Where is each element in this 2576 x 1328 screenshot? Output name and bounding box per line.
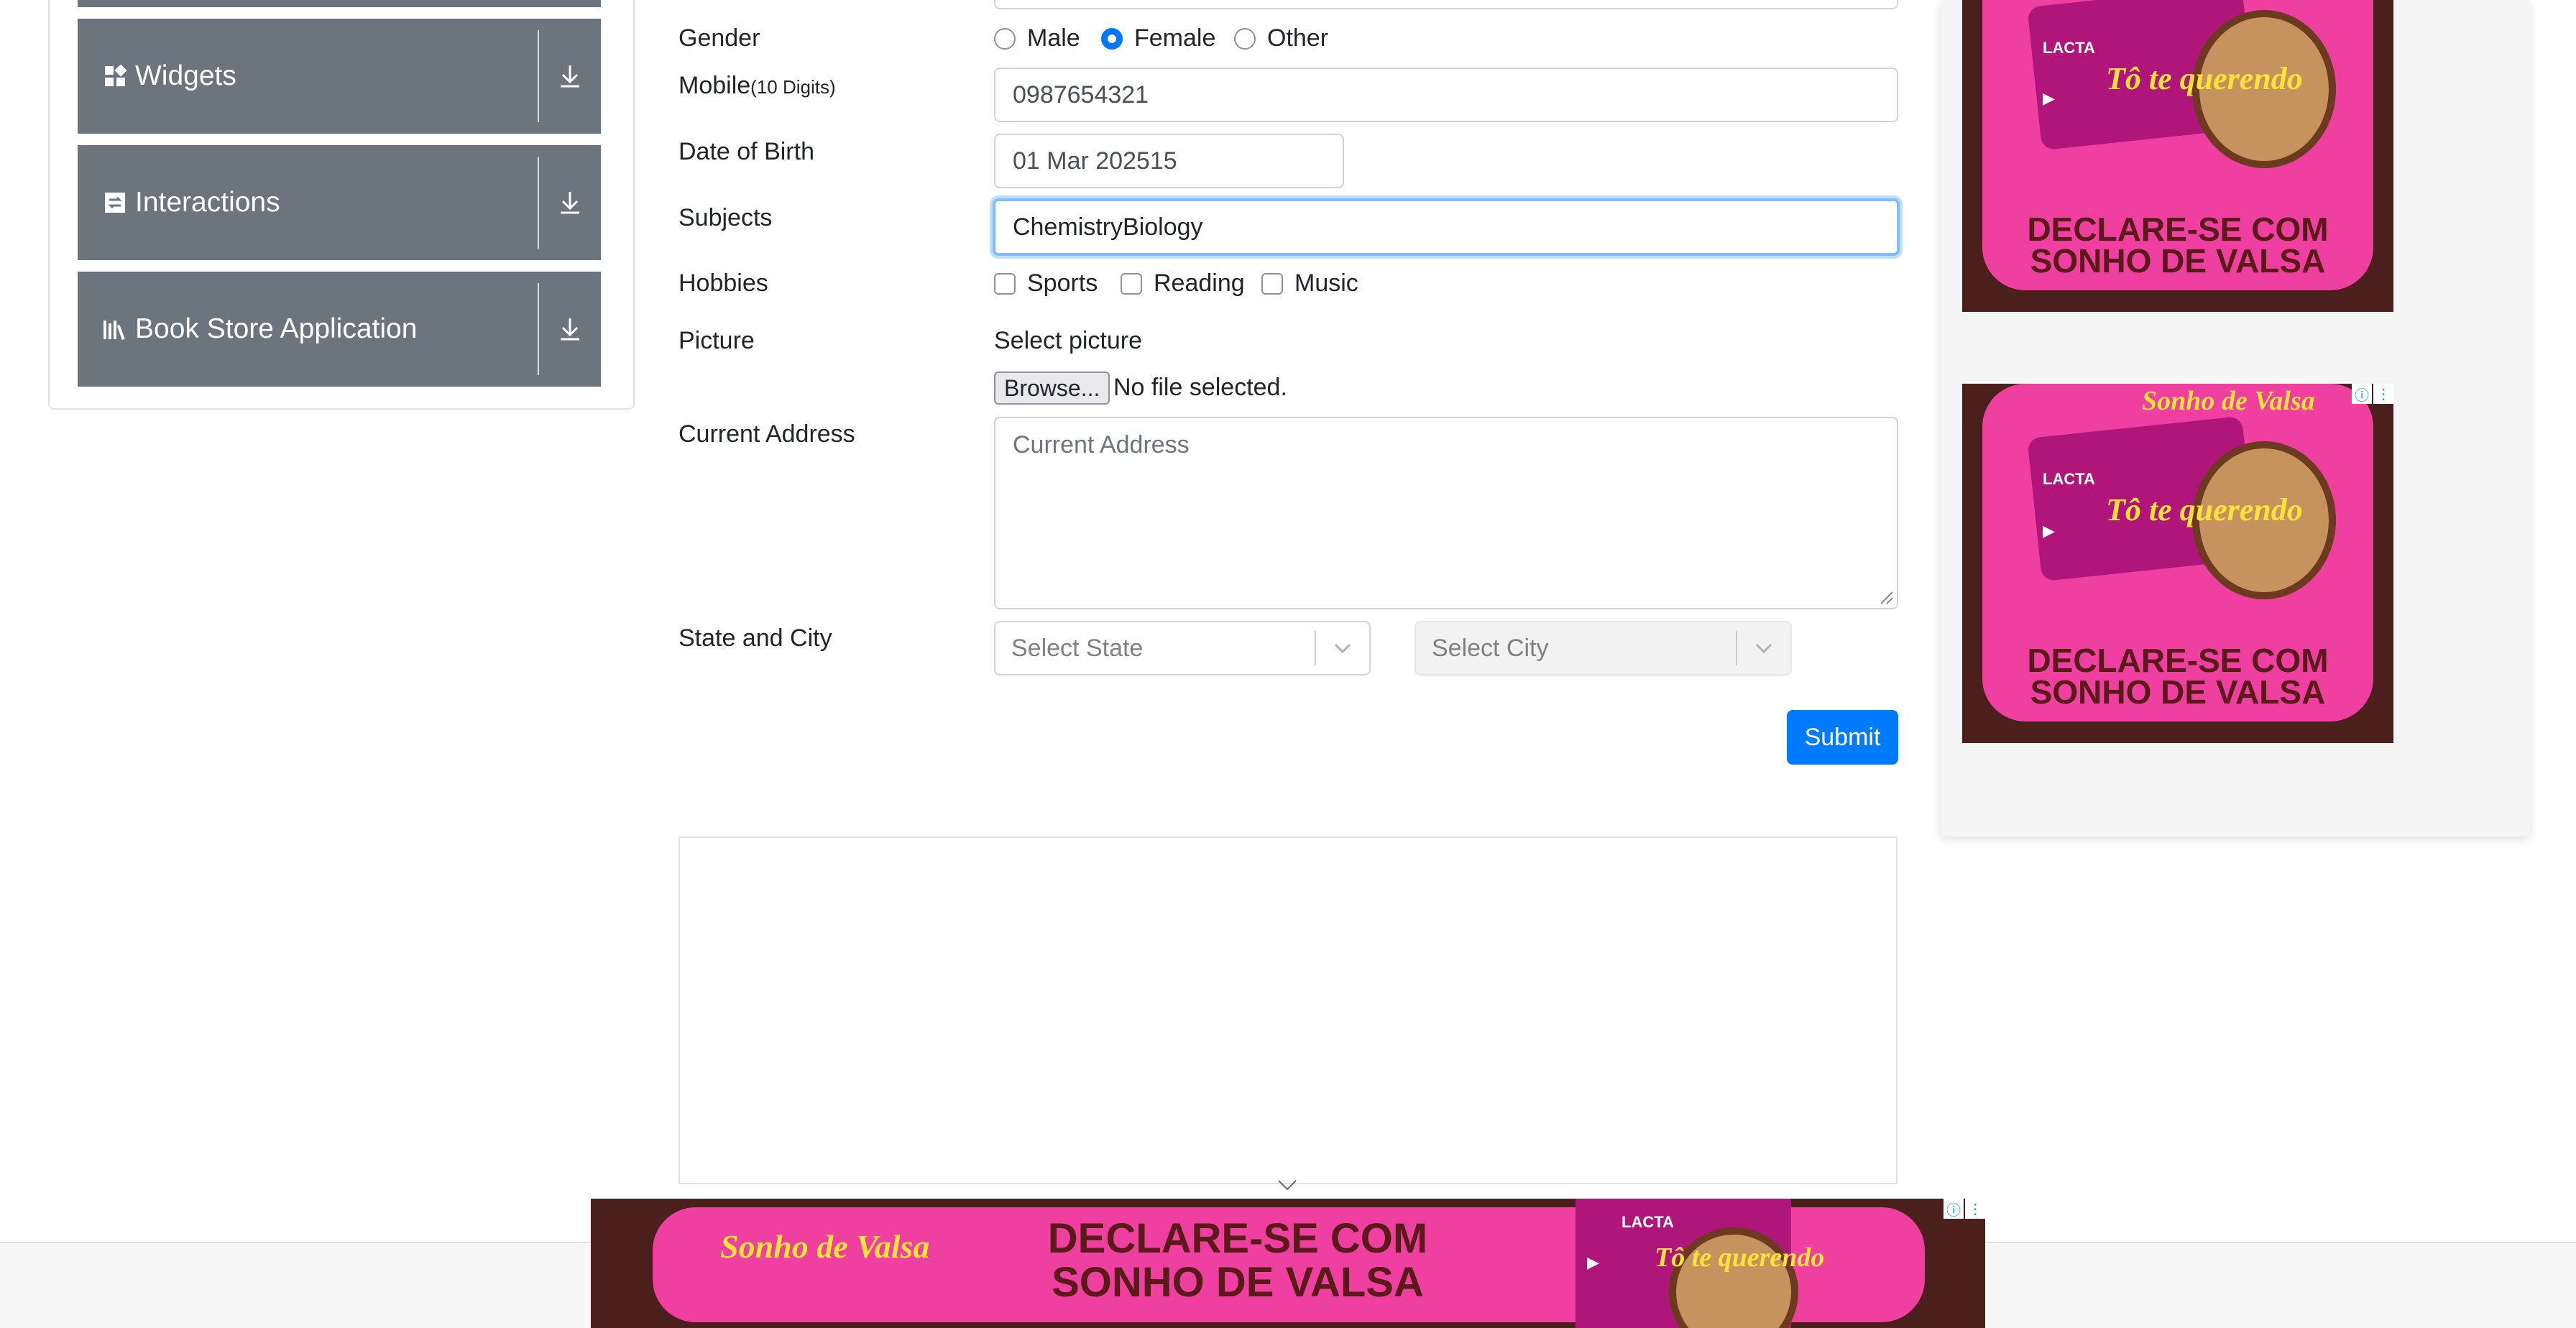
ad-banner-middle[interactable]: Sonho de Valsa LACTA Tô te querendo ▶ DE…: [1962, 384, 2393, 743]
option-label: Other: [1267, 24, 1329, 52]
ad-headline-2: SONHO DE VALSA: [2030, 673, 2326, 711]
radio-button-selected[interactable]: [1101, 27, 1123, 50]
widgets-grid-icon: [102, 63, 128, 89]
subjects-label: Subjects: [678, 204, 773, 231]
download-icon[interactable]: [539, 190, 601, 215]
subjects-input[interactable]: ChemistryBiology: [993, 198, 1900, 256]
ad-menu-icon[interactable]: ⋮: [1965, 1199, 1985, 1219]
address-placeholder: Current Address: [1013, 431, 1190, 458]
gender-female-option[interactable]: Female: [1101, 24, 1215, 52]
gender-male-option[interactable]: Male: [994, 24, 1080, 52]
option-label: Music: [1294, 269, 1358, 297]
ad-slogan: Tô te querendo: [2106, 492, 2303, 527]
select-picture-caption: Select picture: [994, 327, 1142, 354]
hobbies-label: Hobbies: [678, 269, 768, 297]
option-label: Sports: [1027, 269, 1098, 297]
subjects-value: ChemistryBiology: [1013, 213, 1203, 241]
chevron-down-icon[interactable]: [1316, 642, 1369, 654]
ad-headline-2: SONHO DE VALSA: [2030, 242, 2326, 280]
dob-value: 01 Mar 202515: [1013, 147, 1177, 175]
chevron-down-icon[interactable]: [1276, 1179, 1298, 1191]
ad-info-icon[interactable]: ⓘ: [2352, 384, 2372, 404]
sidebar-group-widgets[interactable]: Widgets: [78, 19, 601, 134]
sidebar-group-label: Widgets: [135, 60, 236, 91]
current-address-textarea[interactable]: Current Address: [994, 417, 1898, 609]
ad-headline-2: SONHO DE VALSA: [1052, 1258, 1424, 1306]
ad-slogan: Tô te querendo: [2106, 61, 2303, 96]
ad-headline-1: DECLARE-SE COM: [1047, 1215, 1428, 1262]
ad-slogan: Tô te querendo: [1655, 1242, 1825, 1273]
previous-input-edge: [994, 0, 1898, 9]
ad-headline-1: DECLARE-SE COM: [2027, 642, 2329, 679]
hobby-music-checkbox[interactable]: Music: [1261, 269, 1358, 298]
checkbox[interactable]: [994, 272, 1016, 295]
play-icon: ▶: [2043, 89, 2055, 107]
checkbox[interactable]: [1261, 272, 1283, 295]
sidebar-group-book-store[interactable]: Book Store Application: [78, 272, 601, 387]
state-city-label: State and City: [678, 624, 832, 652]
ad-pack-brand: LACTA: [2043, 470, 2095, 488]
ad-pack-brand: LACTA: [2043, 39, 2095, 57]
option-label: Female: [1134, 24, 1216, 52]
city-select[interactable]: Select City: [1414, 621, 1792, 675]
mobile-note: (10 Digits): [750, 76, 836, 98]
download-icon[interactable]: [539, 317, 601, 341]
ad-pack-brand: LACTA: [1622, 1213, 1674, 1231]
mobile-input[interactable]: 0987654321: [994, 68, 1898, 122]
state-select[interactable]: Select State: [994, 621, 1371, 675]
current-address-label: Current Address: [678, 420, 855, 448]
submit-button[interactable]: Submit: [1787, 710, 1898, 765]
gender-other-option[interactable]: Other: [1234, 24, 1328, 52]
radio-button[interactable]: [1234, 27, 1256, 50]
results-panel: [678, 836, 1898, 1184]
chevron-down-icon[interactable]: [1737, 642, 1790, 654]
sidebar-group-interactions[interactable]: Interactions: [78, 145, 601, 260]
sidebar-group-label: Interactions: [135, 187, 280, 218]
ad-banner-bottom[interactable]: Sonho de Valsa DECLARE-SE COM SONHO DE V…: [591, 1199, 1985, 1328]
ad-headline-1: DECLARE-SE COM: [2027, 211, 2329, 248]
play-icon: ▶: [1587, 1253, 1599, 1271]
ad-menu-icon[interactable]: ⋮: [2373, 384, 2393, 404]
city-placeholder: Select City: [1432, 634, 1549, 662]
file-status: No file selected.: [1113, 374, 1287, 401]
bookstore-icon: [102, 316, 128, 342]
resize-handle-icon[interactable]: [1877, 588, 1894, 605]
radio-button[interactable]: [994, 27, 1016, 50]
checkbox[interactable]: [1121, 272, 1142, 295]
state-placeholder: Select State: [1011, 634, 1144, 662]
mobile-label: Mobile(10 Digits): [678, 72, 836, 100]
ad-info-icon[interactable]: ⓘ: [1944, 1199, 1964, 1219]
ad-banner-top[interactable]: LACTA Tô te querendo ▶ DECLARE-SE COM SO…: [1962, 0, 2393, 312]
picture-label: Picture: [678, 327, 755, 354]
mobile-label-text: Mobile: [678, 72, 751, 99]
sidebar-group-label: Book Store Application: [135, 313, 418, 344]
ad-brand: Sonho de Valsa: [2142, 386, 2315, 416]
option-label: Male: [1027, 24, 1080, 52]
mobile-value: 0987654321: [1013, 80, 1149, 109]
dob-label: Date of Birth: [678, 138, 814, 165]
ad-brand: Sonho de Valsa: [720, 1228, 930, 1265]
play-icon: ▶: [2043, 522, 2055, 540]
option-label: Reading: [1154, 269, 1245, 297]
gender-label: Gender: [678, 24, 760, 52]
dob-input[interactable]: 01 Mar 202515: [994, 134, 1344, 188]
interactions-icon: [102, 190, 128, 216]
sidebar-group-cut: [78, 0, 601, 7]
ad-headline: DECLARE-SE COM SONHO DE VALSA: [965, 1217, 1511, 1305]
download-icon[interactable]: [539, 64, 601, 88]
browse-button[interactable]: Browse...: [994, 372, 1110, 405]
hobby-reading-checkbox[interactable]: Reading: [1121, 269, 1245, 298]
hobby-sports-checkbox[interactable]: Sports: [994, 269, 1098, 298]
